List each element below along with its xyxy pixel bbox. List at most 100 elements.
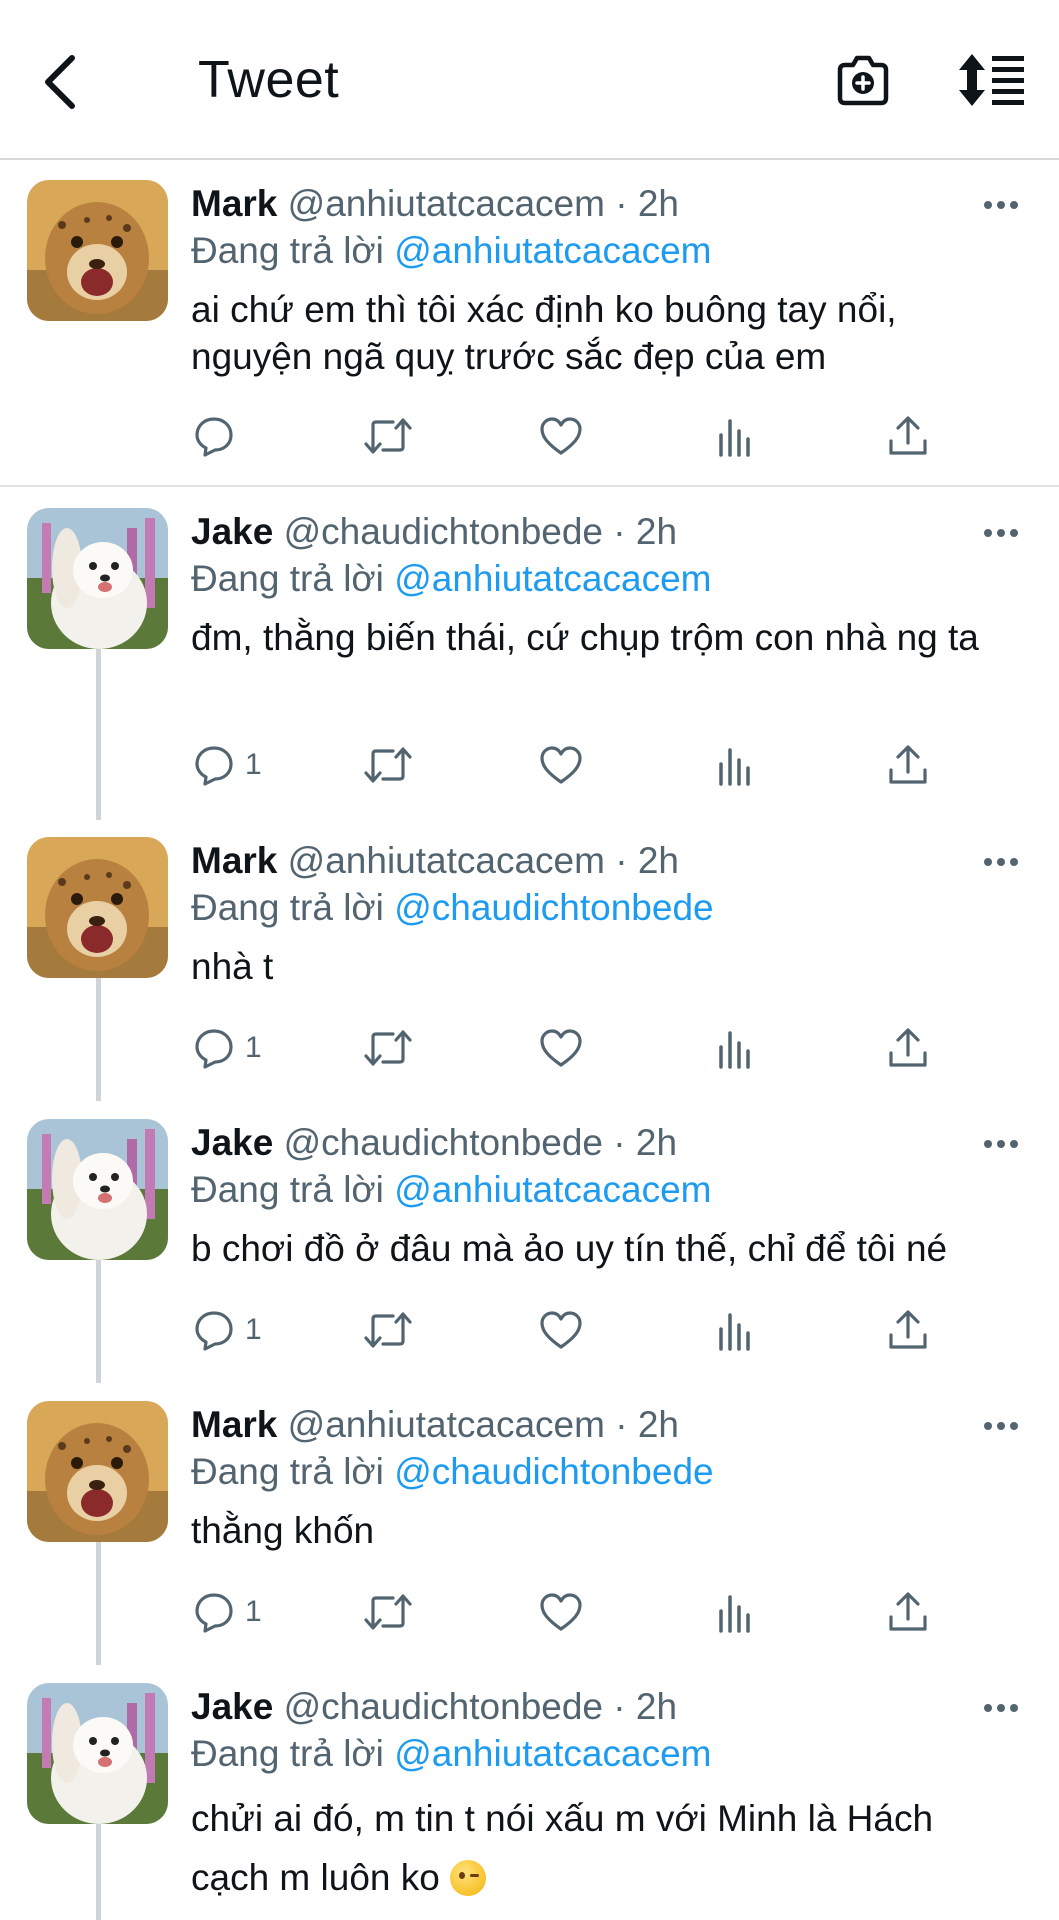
like-button[interactable]	[539, 1588, 583, 1636]
reply-button[interactable]: 1	[193, 741, 262, 789]
user-handle[interactable]: @chaudichtonbede	[284, 1122, 603, 1163]
share-button[interactable]	[887, 1306, 929, 1354]
user-handle[interactable]: @chaudichtonbede	[284, 511, 603, 552]
more-options-icon[interactable]	[983, 1137, 1019, 1149]
thread-line	[96, 1823, 101, 1920]
display-name[interactable]: Mark	[191, 1404, 277, 1445]
reply-icon	[195, 746, 233, 786]
tweet-actions: 1	[191, 1588, 951, 1638]
reply-mention[interactable]: @chaudichtonbede	[394, 1451, 713, 1492]
tweet[interactable]: Jake @chaudichtonbede · 2h Đang trả lời …	[0, 488, 1059, 820]
analytics-button[interactable]	[715, 1588, 755, 1636]
retweet-button[interactable]	[363, 1024, 413, 1072]
analytics-button[interactable]	[715, 412, 755, 460]
back-icon[interactable]	[38, 52, 82, 112]
retweet-icon	[364, 1312, 412, 1348]
heart-icon	[540, 1029, 582, 1067]
like-button[interactable]	[539, 1306, 583, 1354]
tweet[interactable]: Mark @anhiutatcacacem · 2h Đang trả lời …	[0, 160, 1059, 487]
reply-mention[interactable]: @anhiutatcacacem	[394, 1169, 711, 1210]
analytics-icon	[719, 1313, 750, 1351]
tweet[interactable]: Mark @anhiutatcacacem · 2h Đang trả lời …	[0, 817, 1059, 1101]
like-button[interactable]	[539, 1024, 583, 1072]
heart-icon	[540, 417, 582, 455]
share-button[interactable]	[887, 412, 929, 460]
avatar[interactable]	[27, 1683, 168, 1824]
heart-icon	[540, 1311, 582, 1349]
reply-count: 1	[245, 1595, 262, 1628]
tweet-header: Jake @chaudichtonbede · 2h	[191, 1685, 677, 1729]
winking-face-icon	[450, 1860, 487, 1896]
more-options-icon[interactable]	[983, 526, 1019, 538]
reply-icon	[195, 1029, 233, 1069]
retweet-icon	[364, 747, 412, 783]
tweet-time: · 2h	[615, 840, 680, 881]
more-options-icon[interactable]	[983, 1701, 1019, 1713]
tweet-time: · 2h	[613, 1686, 678, 1727]
display-name[interactable]: Jake	[191, 1686, 273, 1727]
reply-context: Đang trả lời @anhiutatcacacem	[191, 1168, 711, 1212]
tweet-text: chửi ai đó, m tin t nói xấu m với Minh l…	[191, 1789, 1021, 1907]
like-button[interactable]	[539, 741, 583, 789]
reply-mention[interactable]: @anhiutatcacacem	[394, 1733, 711, 1774]
more-options-icon[interactable]	[983, 1419, 1019, 1431]
analytics-button[interactable]	[715, 1024, 755, 1072]
tweet[interactable]: Jake @chaudichtonbede · 2h Đang trả lời …	[0, 1099, 1059, 1383]
tweet-time: · 2h	[613, 1122, 678, 1163]
reply-button[interactable]: 1	[193, 1024, 262, 1072]
display-name[interactable]: Mark	[191, 840, 277, 881]
reply-button[interactable]	[193, 412, 245, 460]
camera-icon[interactable]	[834, 52, 892, 110]
tweet-time: · 2h	[613, 511, 678, 552]
retweet-icon	[364, 1030, 412, 1066]
share-icon	[889, 1592, 927, 1631]
heart-icon	[540, 746, 582, 784]
reply-icon	[195, 417, 233, 457]
avatar[interactable]	[27, 1119, 168, 1260]
tweet[interactable]: Mark @anhiutatcacacem · 2h Đang trả lời …	[0, 1381, 1059, 1665]
share-icon	[889, 416, 927, 455]
like-button[interactable]	[539, 412, 583, 460]
reply-mention[interactable]: @anhiutatcacacem	[394, 230, 711, 271]
reply-mention[interactable]: @anhiutatcacacem	[394, 558, 711, 599]
user-handle[interactable]: @anhiutatcacacem	[288, 840, 605, 881]
user-handle[interactable]: @anhiutatcacacem	[288, 183, 605, 224]
reply-icon	[195, 1311, 233, 1351]
retweet-button[interactable]	[363, 412, 413, 460]
reply-prefix: Đang trả lời	[191, 1733, 384, 1774]
retweet-button[interactable]	[363, 1588, 413, 1636]
tweet[interactable]: Jake @chaudichtonbede · 2h Đang trả lời …	[0, 1663, 1059, 1920]
avatar[interactable]	[27, 508, 168, 649]
thread-line	[96, 977, 101, 1101]
user-handle[interactable]: @chaudichtonbede	[284, 1686, 603, 1727]
share-icon	[889, 1310, 927, 1349]
reply-context: Đang trả lời @anhiutatcacacem	[191, 1732, 711, 1776]
avatar[interactable]	[27, 837, 168, 978]
retweet-button[interactable]	[363, 741, 413, 789]
tweet-text-body: chửi ai đó, m tin t nói xấu m với Minh l…	[191, 1798, 934, 1898]
sort-icon[interactable]	[958, 52, 1028, 108]
reply-button[interactable]: 1	[193, 1588, 262, 1636]
share-button[interactable]	[887, 1024, 929, 1072]
tweet-text: ai chứ em thì tôi xác định ko buông tay …	[191, 289, 897, 377]
analytics-button[interactable]	[715, 1306, 755, 1354]
share-button[interactable]	[887, 741, 929, 789]
analytics-button[interactable]	[715, 741, 755, 789]
reply-button[interactable]: 1	[193, 1306, 262, 1354]
more-options-icon[interactable]	[983, 855, 1019, 867]
more-options-icon[interactable]	[983, 198, 1019, 210]
top-bar: Tweet	[0, 0, 1059, 160]
reply-mention[interactable]: @chaudichtonbede	[394, 887, 713, 928]
reply-context: Đang trả lời @anhiutatcacacem	[191, 557, 711, 601]
avatar[interactable]	[27, 1401, 168, 1542]
tweet-actions: 1	[191, 741, 951, 791]
user-handle[interactable]: @anhiutatcacacem	[288, 1404, 605, 1445]
tweet-actions: 1	[191, 1306, 951, 1356]
share-button[interactable]	[887, 1588, 929, 1636]
display-name[interactable]: Mark	[191, 183, 277, 224]
avatar[interactable]	[27, 180, 168, 321]
thread-line	[96, 1541, 101, 1665]
display-name[interactable]: Jake	[191, 511, 273, 552]
retweet-button[interactable]	[363, 1306, 413, 1354]
display-name[interactable]: Jake	[191, 1122, 273, 1163]
